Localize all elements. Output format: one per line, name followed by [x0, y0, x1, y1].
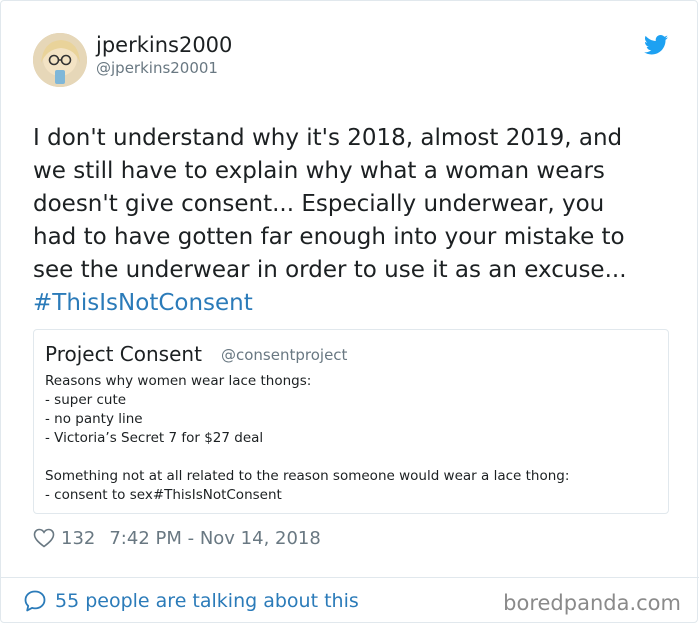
divider — [1, 577, 699, 578]
quoted-text-line: - consent to sex#ThisIsNotConsent — [45, 487, 282, 503]
quoted-text-line — [45, 448, 569, 467]
hashtag-link[interactable]: #ThisIsNotConsent — [33, 287, 673, 320]
tweet-text-line: we still have to explain why what a woma… — [33, 158, 605, 184]
quoted-handle: @consentproject — [221, 346, 348, 364]
quoted-text-line: - Victoria’s Secret 7 for $27 deal — [45, 430, 264, 446]
watermark: boredpanda.com — [503, 591, 681, 615]
avatar[interactable] — [33, 33, 87, 87]
quoted-text: Reasons why women wear lace thongs: - su… — [45, 372, 569, 505]
heart-icon[interactable] — [33, 528, 55, 548]
twitter-bird-icon[interactable] — [644, 35, 668, 55]
display-name[interactable]: jperkins2000 — [96, 33, 232, 57]
like-count[interactable]: 132 — [61, 528, 95, 549]
tweet-text-line: I don't understand why it's 2018, almost… — [33, 125, 623, 151]
quoted-text-line: - super cute — [45, 392, 127, 408]
conversation-text: 55 people are talking about this — [55, 590, 359, 612]
tweet-text: I don't understand why it's 2018, almost… — [33, 122, 673, 320]
quoted-text-line: Something not at all related to the reas… — [45, 468, 570, 484]
conversation-link[interactable]: 55 people are talking about this — [23, 589, 359, 613]
quoted-text-line: Reasons why women wear lace thongs: — [45, 373, 312, 389]
avatar-image — [33, 33, 87, 87]
tweet-text-line: doesn't give consent... Especially under… — [33, 191, 605, 217]
speech-bubble-icon — [24, 590, 46, 612]
quoted-text-line: - no panty line — [45, 411, 143, 427]
timestamp[interactable]: 7:42 PM - Nov 14, 2018 — [109, 528, 320, 549]
quoted-tweet[interactable]: Project Consent @consentproject Reasons … — [33, 329, 669, 514]
tweet-meta: 132 7:42 PM - Nov 14, 2018 — [33, 526, 321, 550]
quoted-display-name: Project Consent — [45, 342, 202, 366]
tweet-card: jperkins2000 @jperkins20001 I don't unde… — [0, 0, 699, 623]
user-handle[interactable]: @jperkins20001 — [96, 59, 218, 77]
tweet-text-line: had to have gotten far enough into your … — [33, 224, 625, 250]
tweet-text-line: see the underwear in order to use it as … — [33, 257, 627, 283]
